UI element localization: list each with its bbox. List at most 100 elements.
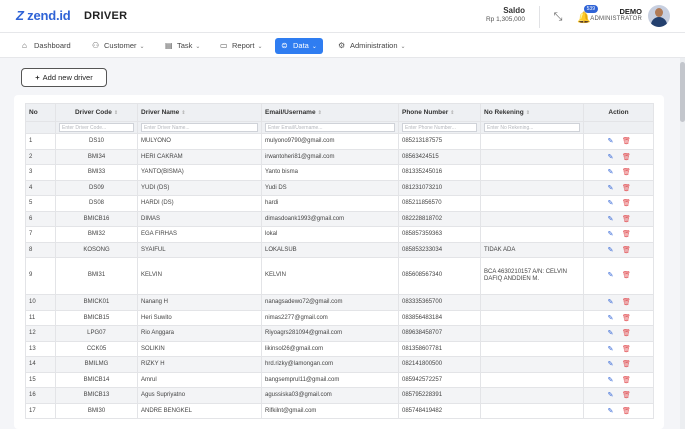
trash-icon[interactable]: 🗑 <box>621 168 633 176</box>
cell-no: 5 <box>25 195 56 212</box>
cell-email: LOKALSUB <box>261 241 399 258</box>
cell-phone: 085942572257 <box>398 371 481 388</box>
cell-rekening <box>480 294 584 311</box>
cell-email: irwantoheri81@gmail.com <box>261 148 399 165</box>
driver-table-card: No Driver Code ⇕ Driver Name ⇕ Email/Usern… <box>14 95 664 429</box>
cell-driver-name: YANTO(BISMA) <box>137 164 262 181</box>
edit-icon[interactable]: ✎ <box>605 329 617 337</box>
trash-icon[interactable]: 🗑 <box>621 199 633 207</box>
cell-rekening <box>480 148 584 165</box>
cell-no: 1 <box>25 133 56 150</box>
fullscreen-icon[interactable]: ⤡ <box>551 10 565 24</box>
sort-icon: ⇕ <box>525 110 530 116</box>
home-icon: ⌂ <box>22 41 27 50</box>
nav-report[interactable]: ▭ Report ⌄ <box>220 38 263 54</box>
filter-phone[interactable] <box>402 123 477 132</box>
edit-icon[interactable]: ✎ <box>605 153 617 161</box>
add-driver-button[interactable]: + Add new driver <box>21 68 107 87</box>
table-row: 6 BMICB16 DIMAS dimasdoank1993@gmail.com 082… <box>25 210 654 227</box>
trash-icon[interactable]: 🗑 <box>621 407 633 415</box>
edit-icon[interactable]: ✎ <box>605 407 617 415</box>
cell-phone: 081335245016 <box>398 164 481 181</box>
nav-task[interactable]: ▤ Task ⌄ <box>165 38 200 54</box>
trash-icon[interactable]: 🗑 <box>621 246 633 254</box>
cell-driver-name: Nanang H <box>137 294 262 311</box>
edit-icon[interactable]: ✎ <box>605 360 617 368</box>
cell-phone: 083856483184 <box>398 309 481 326</box>
cell-driver-name: Agus Supriyatno <box>137 387 262 404</box>
trash-icon[interactable]: 🗑 <box>621 329 633 337</box>
cell-action: ✎ 🗑 <box>583 148 654 165</box>
cell-driver-code: KOSONG <box>55 241 138 258</box>
table-row: 12 LPG07 Rio Anggara Riyoagrs281094@gmail.c… <box>25 325 654 342</box>
edit-icon[interactable]: ✎ <box>605 168 617 176</box>
user-name: DEMO <box>619 7 643 16</box>
cell-action: ✎ 🗑 <box>583 133 654 150</box>
zend-logo[interactable]: Z zend.id <box>16 8 71 23</box>
edit-icon[interactable]: ✎ <box>605 246 617 254</box>
avatar[interactable] <box>648 5 670 27</box>
cell-rekening <box>480 195 584 212</box>
column-header-rekening[interactable]: No Rekening ⇕ <box>480 103 584 122</box>
edit-icon[interactable]: ✎ <box>605 345 617 353</box>
column-header-driver-code[interactable]: Driver Code ⇕ <box>55 103 138 122</box>
trash-icon[interactable]: 🗑 <box>621 391 633 399</box>
trash-icon[interactable]: 🗑 <box>621 184 633 192</box>
trash-icon[interactable]: 🗑 <box>621 376 633 384</box>
filter-driver-name[interactable] <box>141 123 258 132</box>
cell-no: 3 <box>25 164 56 181</box>
cell-no: 12 <box>25 325 56 342</box>
trash-icon[interactable]: 🗑 <box>621 298 633 306</box>
column-header-driver-name[interactable]: Driver Name ⇕ <box>137 103 262 122</box>
cell-rekening <box>480 340 584 357</box>
edit-icon[interactable]: ✎ <box>605 314 617 322</box>
trash-icon[interactable]: 🗑 <box>621 314 633 322</box>
trash-icon[interactable]: 🗑 <box>621 360 633 368</box>
nav-data[interactable]: ⊜ Data ⌄ <box>275 38 323 54</box>
edit-icon[interactable]: ✎ <box>605 215 617 223</box>
folder-icon: ▭ <box>220 41 228 50</box>
filter-rekening[interactable] <box>484 123 580 132</box>
user-info[interactable]: DEMO ADMINISTRATOR <box>590 7 642 22</box>
column-header-no[interactable]: No <box>25 103 56 122</box>
sort-icon: ⇕ <box>113 110 119 116</box>
cell-driver-name: ANDRE BENGKEL <box>137 402 262 419</box>
nav-dashboard[interactable]: ⌂ Dashboard <box>22 38 71 54</box>
edit-icon[interactable]: ✎ <box>605 230 617 238</box>
trash-icon[interactable]: 🗑 <box>621 345 633 353</box>
sort-icon: ⇕ <box>181 110 186 116</box>
cell-action: ✎ 🗑 <box>583 210 654 227</box>
edit-icon[interactable]: ✎ <box>605 184 617 192</box>
filter-email[interactable] <box>265 123 395 132</box>
cell-action: ✎ 🗑 <box>583 241 654 258</box>
cell-action: ✎ 🗑 <box>583 356 654 373</box>
trash-icon[interactable]: 🗑 <box>621 137 633 145</box>
cell-action: ✎ 🗑 <box>583 387 654 404</box>
edit-icon[interactable]: ✎ <box>605 272 617 281</box>
cell-driver-name: MULYONO <box>137 133 262 150</box>
column-header-phone[interactable]: Phone Number ⇕ <box>398 103 481 122</box>
scrollbar-thumb[interactable] <box>680 62 685 122</box>
edit-icon[interactable]: ✎ <box>605 298 617 306</box>
column-header-email[interactable]: Email/Username ⇕ <box>261 103 399 122</box>
trash-icon[interactable]: 🗑 <box>621 272 633 281</box>
trash-icon[interactable]: 🗑 <box>621 215 633 223</box>
page-scrollbar[interactable] <box>680 58 685 429</box>
edit-icon[interactable]: ✎ <box>605 137 617 145</box>
edit-icon[interactable]: ✎ <box>605 376 617 384</box>
filter-driver-code[interactable] <box>59 123 134 132</box>
notification-bell-icon[interactable]: 🔔 <box>577 11 591 25</box>
cell-driver-code: CCK05 <box>55 340 138 357</box>
cell-rekening <box>480 356 584 373</box>
trash-icon[interactable]: 🗑 <box>621 153 633 161</box>
edit-icon[interactable]: ✎ <box>605 391 617 399</box>
nav-customer[interactable]: ⚇ Customer ⌄ <box>92 38 145 54</box>
cell-rekening <box>480 325 584 342</box>
cell-no: 8 <box>25 241 56 258</box>
driver-table: No Driver Code ⇕ Driver Name ⇕ Email/Usern… <box>25 103 654 419</box>
nav-administration[interactable]: ⚙ Administration ⌄ <box>338 38 406 54</box>
cell-rekening <box>480 402 584 419</box>
edit-icon[interactable]: ✎ <box>605 199 617 207</box>
trash-icon[interactable]: 🗑 <box>621 230 633 238</box>
cell-no: 9 <box>25 257 56 295</box>
